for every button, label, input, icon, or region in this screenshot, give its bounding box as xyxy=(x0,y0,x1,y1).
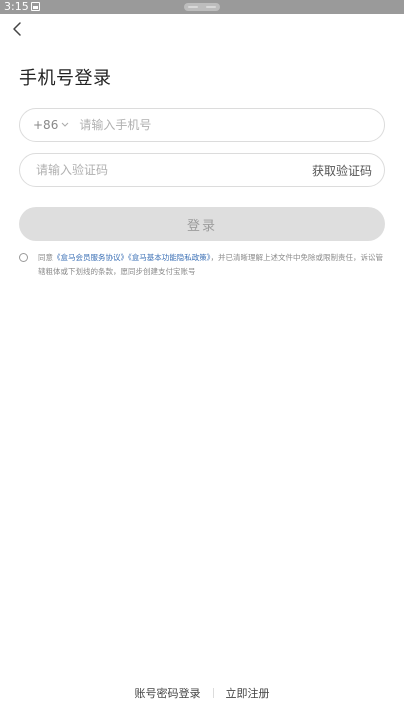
status-time: 3:15 xyxy=(4,0,29,13)
login-page: 3:15 手机号登录 +86 获取验证码 登录 同意《盒马会员服务协议》《盒马基… xyxy=(0,0,404,720)
privacy-policy-link[interactable]: 《盒马基本功能隐私政策》 xyxy=(128,253,211,262)
agreement: 同意《盒马会员服务协议》《盒马基本功能隐私政策》，并已清晰理解上述文件中免除或限… xyxy=(19,251,389,279)
footer-divider xyxy=(212,688,214,698)
phone-input[interactable] xyxy=(79,115,310,135)
country-code-selector[interactable]: +86 xyxy=(33,118,69,132)
back-button[interactable] xyxy=(6,18,28,40)
register-link[interactable]: 立即注册 xyxy=(226,685,270,701)
page-title: 手机号登录 xyxy=(19,68,112,89)
get-code-button[interactable]: 获取验证码 xyxy=(312,162,372,179)
chevron-down-icon xyxy=(61,122,69,127)
chevron-left-icon xyxy=(13,22,21,36)
sim-card-icon xyxy=(31,2,40,11)
agree-checkbox[interactable] xyxy=(19,253,28,262)
login-button[interactable]: 登录 xyxy=(19,207,385,241)
password-login-link[interactable]: 账号密码登录 xyxy=(135,685,201,701)
agreement-text: 同意《盒马会员服务协议》《盒马基本功能隐私政策》，并已清晰理解上述文件中免除或限… xyxy=(38,251,389,279)
phone-field: +86 xyxy=(19,108,385,142)
service-agreement-link[interactable]: 《盒马会员服务协议》 xyxy=(53,253,128,262)
agreement-prefix: 同意 xyxy=(38,253,53,262)
verification-code-field: 获取验证码 xyxy=(19,153,385,187)
status-pill-icon xyxy=(184,3,220,11)
country-code-label: +86 xyxy=(33,118,59,132)
verification-code-input[interactable] xyxy=(36,160,276,180)
footer: 账号密码登录 立即注册 xyxy=(0,684,404,702)
status-bar: 3:15 xyxy=(0,0,404,14)
